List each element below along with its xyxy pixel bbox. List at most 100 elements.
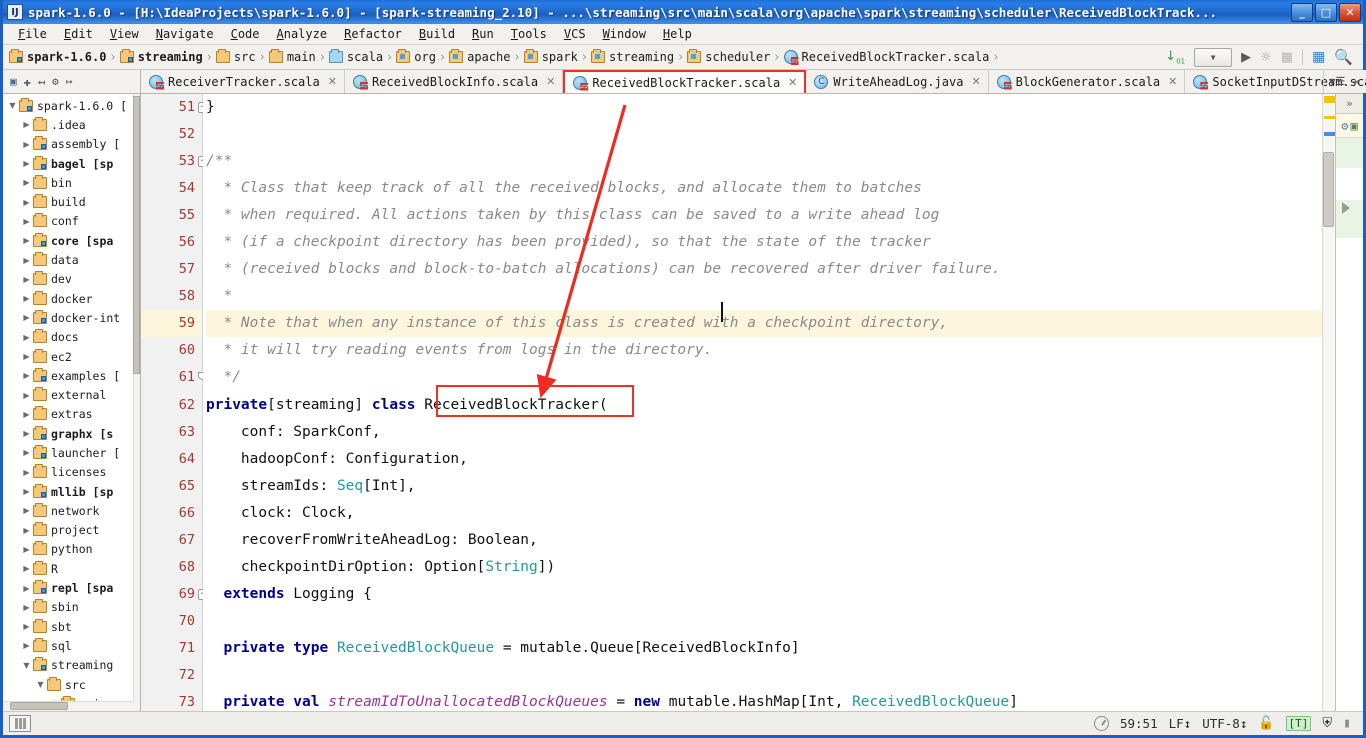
project-tool-window[interactable]: ▼ spark-1.6.0 [▶ .idea ▶ assembly [▶ bagel [s… — [3, 94, 141, 711]
project-tree-scrollbar[interactable] — [133, 94, 140, 711]
line-number[interactable]: 72 — [141, 662, 202, 689]
code-editor[interactable]: 51−5253−54555657585960616263646566676869… — [141, 94, 1335, 711]
file-encoding[interactable]: UTF-8↕ — [1202, 716, 1247, 731]
code-line[interactable]: clock: Clock, — [206, 500, 1322, 527]
line-number[interactable]: 73 — [141, 689, 202, 711]
breadcrumb-item-scheduler[interactable]: scheduler — [687, 49, 770, 64]
tree-node-dev[interactable]: ▶ dev — [3, 270, 140, 289]
chevron-right-icon[interactable]: ▶ — [20, 564, 33, 573]
code-line[interactable]: conf: SparkConf, — [206, 419, 1322, 446]
menu-item-vcs[interactable]: VCS — [556, 25, 595, 43]
tree-node-bin[interactable]: ▶ bin — [3, 173, 140, 192]
tree-node-assembly--[interactable]: ▶ assembly [ — [3, 135, 140, 154]
chevron-right-icon[interactable]: ▶ — [20, 603, 33, 612]
close-icon[interactable]: ✕ — [328, 75, 337, 88]
line-number[interactable]: 56 — [141, 229, 202, 256]
menu-item-navigate[interactable]: Navigate — [148, 25, 223, 43]
chevron-right-icon[interactable]: ▶ — [20, 275, 33, 284]
breadcrumb-item-streaming[interactable]: streaming — [119, 49, 203, 64]
tree-node-build[interactable]: ▶ build — [3, 192, 140, 211]
editor-tab-receivedblocktracker-scala[interactable]: ReceivedBlockTracker.scala ✕ — [563, 70, 807, 93]
breadcrumb-item-org[interactable]: org — [396, 49, 436, 64]
code-line[interactable] — [206, 121, 1322, 148]
menu-item-analyze[interactable]: Analyze — [269, 25, 337, 43]
tab-list-icon[interactable]: ▼☰ — [1329, 75, 1345, 88]
tree-node-ec2[interactable]: ▶ ec2 — [3, 347, 140, 366]
tree-node-licenses[interactable]: ▶ licenses — [3, 463, 140, 482]
project-structure-icon[interactable]: ▦ — [1312, 49, 1325, 65]
code-line[interactable]: extends Logging { — [206, 581, 1322, 608]
close-button[interactable]: ✕ — [1339, 2, 1361, 22]
close-icon[interactable]: ✕ — [1168, 75, 1177, 88]
chevron-right-icon[interactable]: ▶ — [20, 429, 33, 438]
tree-node-core--spa[interactable]: ▶ core [spa — [3, 231, 140, 250]
chevron-right-icon[interactable]: ▶ — [20, 391, 33, 400]
maximize-button[interactable]: □ — [1315, 2, 1337, 22]
tree-node-spark-1-6-0--[interactable]: ▼ spark-1.6.0 [ — [3, 96, 140, 115]
editor-tab-receivedblockinfo-scala[interactable]: ReceivedBlockInfo.scala ✕ — [344, 70, 564, 93]
tree-node-external[interactable]: ▶ external — [3, 385, 140, 404]
menu-item-tools[interactable]: Tools — [503, 25, 556, 43]
breadcrumb-item-spark[interactable]: spark — [523, 49, 578, 64]
chevron-right-icon[interactable]: ▶ — [20, 526, 33, 535]
line-number[interactable]: 51− — [141, 94, 209, 121]
menu-item-file[interactable]: File — [10, 25, 56, 43]
tree-node-sbin[interactable]: ▶ sbin — [3, 598, 140, 617]
code-line[interactable]: * — [206, 283, 1322, 310]
close-icon[interactable]: ✕ — [546, 75, 555, 88]
code-line[interactable]: checkpointDirOption: Option[String]) — [206, 554, 1322, 581]
coverage-icon[interactable]: ▦ — [1281, 50, 1293, 65]
search-icon[interactable]: 🔍 — [1334, 48, 1353, 66]
chevron-right-icon[interactable]: ▶ — [20, 333, 33, 342]
chevron-right-icon[interactable]: ▶ — [20, 313, 33, 322]
menu-item-code[interactable]: Code — [223, 25, 269, 43]
line-number[interactable]: 54 — [141, 175, 202, 202]
chevron-down-icon[interactable]: ▼ — [6, 101, 19, 110]
maven-projects-icon[interactable]: ▣ — [1351, 119, 1358, 133]
code-line[interactable]: * (if a checkpoint directory has been pr… — [206, 229, 1322, 256]
project-tree-scroll-thumb[interactable] — [133, 96, 140, 374]
close-icon[interactable]: ✕ — [788, 76, 797, 89]
tree-node-docker[interactable]: ▶ docker — [3, 289, 140, 308]
chevron-right-icon[interactable]: ▶ — [20, 545, 33, 554]
minimize-button[interactable]: _ — [1291, 2, 1313, 22]
line-number[interactable]: 57 — [141, 256, 202, 283]
code-line[interactable]: hadoopConf: Configuration, — [206, 446, 1322, 473]
chevron-right-icon[interactable]: ▶ — [20, 198, 33, 207]
menu-item-edit[interactable]: Edit — [56, 25, 102, 43]
chevron-right-icon[interactable]: ▶ — [20, 371, 33, 380]
breadcrumb-item-receivedblocktracker-scala[interactable]: ReceivedBlockTracker.scala — [783, 50, 989, 64]
tree-node-python[interactable]: ▶ python — [3, 540, 140, 559]
code-line[interactable]: * (received blocks and block-to-batch al… — [206, 256, 1322, 283]
line-number[interactable]: 70 — [141, 608, 202, 635]
status-badge[interactable]: [T] — [1285, 716, 1312, 731]
code-line[interactable] — [206, 608, 1322, 635]
chevron-right-icon[interactable]: ▶ — [20, 506, 33, 515]
breadcrumb-item-apache[interactable]: apache — [449, 49, 511, 64]
tree-node-docker-int[interactable]: ▶ docker-int — [3, 308, 140, 327]
run-icon[interactable]: ▶ — [1241, 50, 1251, 65]
tree-node-network[interactable]: ▶ network — [3, 501, 140, 520]
tree-node-bagel--sp[interactable]: ▶ bagel [sp — [3, 154, 140, 173]
editor-code-area[interactable]: } /** * Class that keep track of all the… — [203, 94, 1322, 711]
tree-node--idea[interactable]: ▶ .idea — [3, 115, 140, 134]
chevron-right-icon[interactable]: ▶ — [20, 217, 33, 226]
editor-scrollbar[interactable] — [1322, 94, 1335, 711]
tree-node-mllib--sp[interactable]: ▶ mllib [sp — [3, 482, 140, 501]
tree-node-src[interactable]: ▼ src — [3, 675, 140, 694]
locate-icon[interactable]: ✚ — [24, 75, 31, 89]
chevron-right-icon[interactable]: ▶ — [20, 140, 33, 149]
line-number[interactable]: 67 — [141, 527, 202, 554]
database-icon[interactable]: ⚙ — [1341, 119, 1348, 133]
sort-order-icon[interactable]: ↓01 — [1165, 49, 1185, 66]
code-line[interactable]: private val streamIdToUnallocatedBlockQu… — [206, 689, 1322, 711]
hector-inspection-icon[interactable]: ⛨ — [1322, 716, 1332, 731]
line-number[interactable]: 63 — [141, 419, 202, 446]
chevron-down-icon[interactable]: ▼ — [34, 680, 47, 689]
chevron-right-icon[interactable]: ▶ — [20, 159, 33, 168]
line-number[interactable]: 55 — [141, 202, 202, 229]
code-line[interactable]: * Class that keep track of all the recei… — [206, 175, 1322, 202]
code-line[interactable]: } — [206, 94, 1322, 121]
code-line[interactable] — [206, 662, 1322, 689]
chevron-right-icon[interactable]: ▶ — [20, 294, 33, 303]
